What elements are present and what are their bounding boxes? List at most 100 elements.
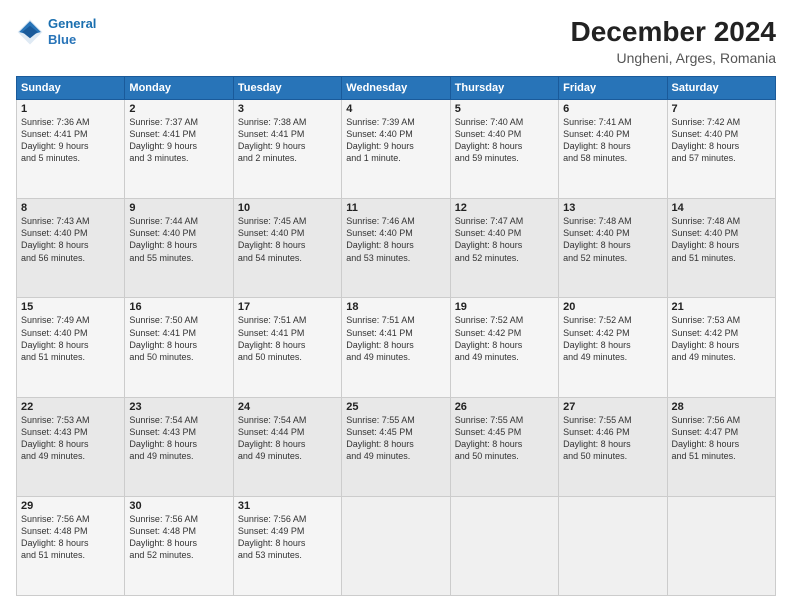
day-info: Sunrise: 7:40 AM Sunset: 4:40 PM Dayligh…	[455, 116, 554, 165]
day-number: 31	[238, 500, 337, 512]
page: General Blue December 2024 Ungheni, Arge…	[0, 0, 792, 612]
day-info: Sunrise: 7:50 AM Sunset: 4:41 PM Dayligh…	[129, 314, 228, 363]
weekday-header: Sunday	[17, 77, 125, 100]
day-number: 6	[563, 103, 662, 115]
calendar-day-cell: 20Sunrise: 7:52 AM Sunset: 4:42 PM Dayli…	[559, 298, 667, 397]
calendar-day-cell: 12Sunrise: 7:47 AM Sunset: 4:40 PM Dayli…	[450, 199, 558, 298]
day-info: Sunrise: 7:45 AM Sunset: 4:40 PM Dayligh…	[238, 215, 337, 264]
calendar-day-cell: 9Sunrise: 7:44 AM Sunset: 4:40 PM Daylig…	[125, 199, 233, 298]
day-info: Sunrise: 7:55 AM Sunset: 4:46 PM Dayligh…	[563, 414, 662, 463]
title-block: December 2024 Ungheni, Arges, Romania	[571, 16, 776, 66]
day-number: 29	[21, 500, 120, 512]
day-number: 4	[346, 103, 445, 115]
calendar-day-cell: 10Sunrise: 7:45 AM Sunset: 4:40 PM Dayli…	[233, 199, 341, 298]
day-info: Sunrise: 7:54 AM Sunset: 4:44 PM Dayligh…	[238, 414, 337, 463]
day-info: Sunrise: 7:41 AM Sunset: 4:40 PM Dayligh…	[563, 116, 662, 165]
calendar-day-cell: 29Sunrise: 7:56 AM Sunset: 4:48 PM Dayli…	[17, 496, 125, 595]
day-number: 26	[455, 401, 554, 413]
day-info: Sunrise: 7:56 AM Sunset: 4:49 PM Dayligh…	[238, 513, 337, 562]
calendar-table: SundayMondayTuesdayWednesdayThursdayFrid…	[16, 76, 776, 596]
weekday-header: Tuesday	[233, 77, 341, 100]
calendar-day-cell: 16Sunrise: 7:50 AM Sunset: 4:41 PM Dayli…	[125, 298, 233, 397]
calendar-day-cell: 13Sunrise: 7:48 AM Sunset: 4:40 PM Dayli…	[559, 199, 667, 298]
day-info: Sunrise: 7:54 AM Sunset: 4:43 PM Dayligh…	[129, 414, 228, 463]
calendar-day-cell	[667, 496, 775, 595]
day-info: Sunrise: 7:38 AM Sunset: 4:41 PM Dayligh…	[238, 116, 337, 165]
day-number: 8	[21, 202, 120, 214]
day-number: 20	[563, 301, 662, 313]
calendar-week-row: 8Sunrise: 7:43 AM Sunset: 4:40 PM Daylig…	[17, 199, 776, 298]
day-number: 16	[129, 301, 228, 313]
calendar-day-cell: 5Sunrise: 7:40 AM Sunset: 4:40 PM Daylig…	[450, 100, 558, 199]
calendar-day-cell: 7Sunrise: 7:42 AM Sunset: 4:40 PM Daylig…	[667, 100, 775, 199]
day-number: 21	[672, 301, 771, 313]
day-info: Sunrise: 7:51 AM Sunset: 4:41 PM Dayligh…	[238, 314, 337, 363]
day-number: 25	[346, 401, 445, 413]
day-info: Sunrise: 7:55 AM Sunset: 4:45 PM Dayligh…	[346, 414, 445, 463]
day-number: 1	[21, 103, 120, 115]
calendar-day-cell: 3Sunrise: 7:38 AM Sunset: 4:41 PM Daylig…	[233, 100, 341, 199]
day-number: 5	[455, 103, 554, 115]
day-info: Sunrise: 7:37 AM Sunset: 4:41 PM Dayligh…	[129, 116, 228, 165]
day-info: Sunrise: 7:36 AM Sunset: 4:41 PM Dayligh…	[21, 116, 120, 165]
calendar-day-cell: 4Sunrise: 7:39 AM Sunset: 4:40 PM Daylig…	[342, 100, 450, 199]
calendar-day-cell: 19Sunrise: 7:52 AM Sunset: 4:42 PM Dayli…	[450, 298, 558, 397]
day-number: 11	[346, 202, 445, 214]
day-number: 10	[238, 202, 337, 214]
day-info: Sunrise: 7:48 AM Sunset: 4:40 PM Dayligh…	[672, 215, 771, 264]
day-number: 22	[21, 401, 120, 413]
day-number: 24	[238, 401, 337, 413]
calendar-day-cell	[342, 496, 450, 595]
day-info: Sunrise: 7:52 AM Sunset: 4:42 PM Dayligh…	[563, 314, 662, 363]
day-number: 13	[563, 202, 662, 214]
calendar-day-cell: 18Sunrise: 7:51 AM Sunset: 4:41 PM Dayli…	[342, 298, 450, 397]
weekday-header: Saturday	[667, 77, 775, 100]
calendar-week-row: 29Sunrise: 7:56 AM Sunset: 4:48 PM Dayli…	[17, 496, 776, 595]
main-title: December 2024	[571, 16, 776, 48]
day-number: 18	[346, 301, 445, 313]
calendar-day-cell: 23Sunrise: 7:54 AM Sunset: 4:43 PM Dayli…	[125, 397, 233, 496]
day-info: Sunrise: 7:44 AM Sunset: 4:40 PM Dayligh…	[129, 215, 228, 264]
day-number: 15	[21, 301, 120, 313]
day-info: Sunrise: 7:53 AM Sunset: 4:42 PM Dayligh…	[672, 314, 771, 363]
day-number: 2	[129, 103, 228, 115]
calendar-day-cell: 2Sunrise: 7:37 AM Sunset: 4:41 PM Daylig…	[125, 100, 233, 199]
calendar-day-cell	[559, 496, 667, 595]
calendar-day-cell: 15Sunrise: 7:49 AM Sunset: 4:40 PM Dayli…	[17, 298, 125, 397]
day-number: 7	[672, 103, 771, 115]
calendar-day-cell: 22Sunrise: 7:53 AM Sunset: 4:43 PM Dayli…	[17, 397, 125, 496]
calendar-day-cell: 27Sunrise: 7:55 AM Sunset: 4:46 PM Dayli…	[559, 397, 667, 496]
day-info: Sunrise: 7:55 AM Sunset: 4:45 PM Dayligh…	[455, 414, 554, 463]
weekday-header: Wednesday	[342, 77, 450, 100]
logo-general: General	[48, 16, 96, 31]
weekday-header: Thursday	[450, 77, 558, 100]
day-info: Sunrise: 7:56 AM Sunset: 4:48 PM Dayligh…	[21, 513, 120, 562]
day-info: Sunrise: 7:48 AM Sunset: 4:40 PM Dayligh…	[563, 215, 662, 264]
weekday-header: Monday	[125, 77, 233, 100]
day-info: Sunrise: 7:47 AM Sunset: 4:40 PM Dayligh…	[455, 215, 554, 264]
calendar-week-row: 15Sunrise: 7:49 AM Sunset: 4:40 PM Dayli…	[17, 298, 776, 397]
weekday-header: Friday	[559, 77, 667, 100]
day-info: Sunrise: 7:56 AM Sunset: 4:47 PM Dayligh…	[672, 414, 771, 463]
calendar-day-cell: 6Sunrise: 7:41 AM Sunset: 4:40 PM Daylig…	[559, 100, 667, 199]
calendar-day-cell: 24Sunrise: 7:54 AM Sunset: 4:44 PM Dayli…	[233, 397, 341, 496]
logo-blue: Blue	[48, 32, 76, 47]
day-info: Sunrise: 7:43 AM Sunset: 4:40 PM Dayligh…	[21, 215, 120, 264]
day-info: Sunrise: 7:42 AM Sunset: 4:40 PM Dayligh…	[672, 116, 771, 165]
calendar-day-cell: 26Sunrise: 7:55 AM Sunset: 4:45 PM Dayli…	[450, 397, 558, 496]
day-info: Sunrise: 7:51 AM Sunset: 4:41 PM Dayligh…	[346, 314, 445, 363]
day-number: 3	[238, 103, 337, 115]
day-number: 19	[455, 301, 554, 313]
calendar-day-cell: 25Sunrise: 7:55 AM Sunset: 4:45 PM Dayli…	[342, 397, 450, 496]
header: General Blue December 2024 Ungheni, Arge…	[16, 16, 776, 66]
calendar-day-cell: 11Sunrise: 7:46 AM Sunset: 4:40 PM Dayli…	[342, 199, 450, 298]
calendar-day-cell: 21Sunrise: 7:53 AM Sunset: 4:42 PM Dayli…	[667, 298, 775, 397]
day-number: 12	[455, 202, 554, 214]
day-info: Sunrise: 7:53 AM Sunset: 4:43 PM Dayligh…	[21, 414, 120, 463]
logo-text-block: General Blue	[48, 16, 96, 47]
calendar-day-cell: 30Sunrise: 7:56 AM Sunset: 4:48 PM Dayli…	[125, 496, 233, 595]
calendar-day-cell: 8Sunrise: 7:43 AM Sunset: 4:40 PM Daylig…	[17, 199, 125, 298]
day-info: Sunrise: 7:46 AM Sunset: 4:40 PM Dayligh…	[346, 215, 445, 264]
day-number: 17	[238, 301, 337, 313]
calendar-week-row: 1Sunrise: 7:36 AM Sunset: 4:41 PM Daylig…	[17, 100, 776, 199]
